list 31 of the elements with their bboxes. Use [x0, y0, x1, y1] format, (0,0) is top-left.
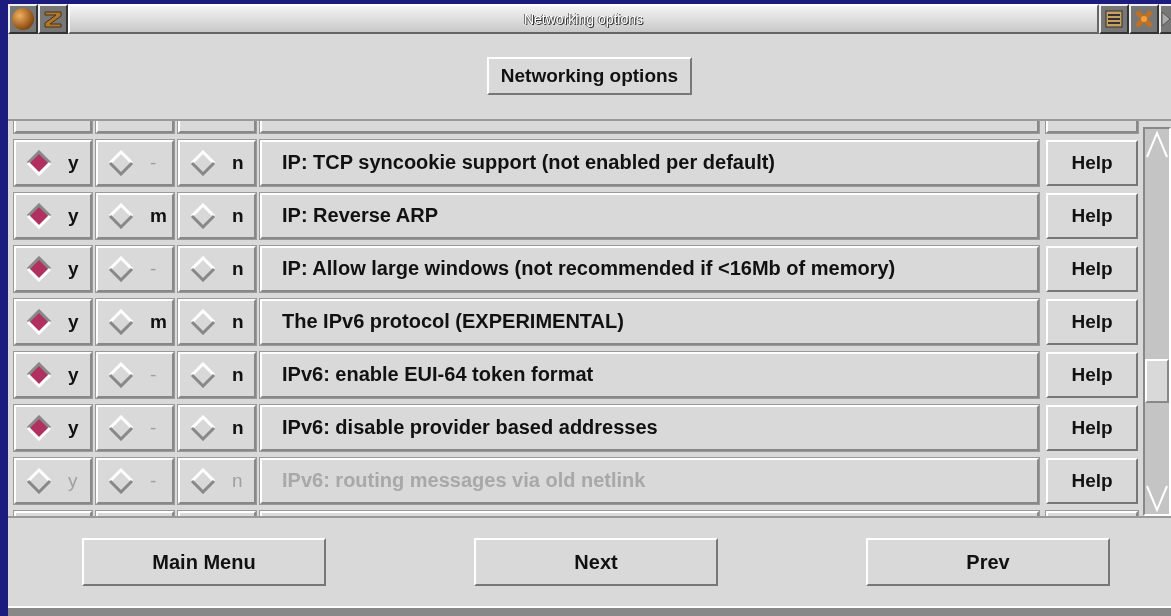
networking-options-button[interactable]: Networking options [486, 57, 693, 96]
help-button[interactable]: Help [1046, 139, 1138, 186]
option-radio[interactable]: y [14, 351, 92, 398]
option-radio[interactable]: n [178, 298, 256, 345]
option-radio[interactable]: m [96, 192, 174, 239]
help-button[interactable]: Help [1046, 245, 1138, 292]
option-radio[interactable]: m [96, 298, 174, 345]
option-radio[interactable]: n [178, 192, 256, 239]
option-label: The IPv6 protocol (EXPERIMENTAL) [260, 298, 1039, 345]
option-radio[interactable]: n [178, 351, 256, 398]
help-button[interactable]: Help [1046, 351, 1138, 398]
nav-button[interactable]: Prev [866, 538, 1110, 587]
nav-button[interactable]: Next [474, 538, 718, 587]
option-label: IPv6: disable provider based addresses [260, 404, 1039, 451]
option-radio[interactable]: n [178, 245, 256, 292]
option-radio[interactable]: y [14, 139, 92, 186]
help-button[interactable]: Help [1046, 192, 1138, 239]
option-radio[interactable]: y [14, 404, 92, 451]
option-radio[interactable]: y [14, 245, 92, 292]
option-radio[interactable]: n [178, 139, 256, 186]
option-label: IPv6: enable EUI-64 token format [260, 351, 1039, 398]
option-radio[interactable]: y [14, 298, 92, 345]
window-title: Networking options [523, 11, 644, 27]
help-button[interactable]: Help [1046, 404, 1138, 451]
option-label: IP: TCP syncookie support (not enabled per default) [260, 139, 1039, 186]
option-radio[interactable]: y [14, 192, 92, 239]
nav-button[interactable]: Main Menu [82, 538, 326, 587]
option-label: IP: Allow large windows (not recommended if <16Mb of memory) [260, 245, 1039, 292]
option-label: IP: Reverse ARP [260, 192, 1039, 239]
option-radio[interactable]: n [178, 404, 256, 451]
help-button[interactable]: Help [1046, 298, 1138, 345]
